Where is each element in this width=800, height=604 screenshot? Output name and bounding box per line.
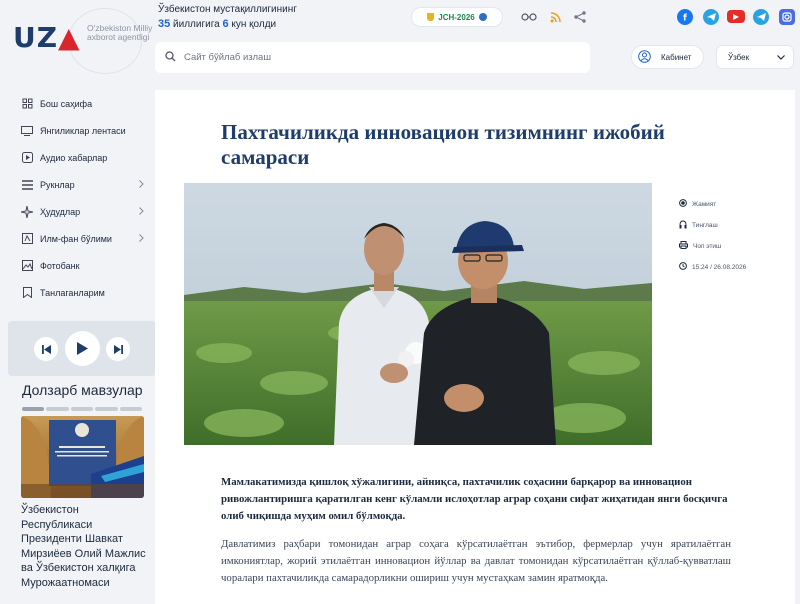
ball-icon [478, 13, 487, 21]
sidebar-item-label: Ҳудудлар [40, 206, 81, 217]
hot-topics-title: Долзарб мавзулар [22, 382, 143, 398]
previous-track-button[interactable] [34, 337, 58, 361]
sidebar-item-label: Фотобанк [40, 260, 80, 271]
rubrics-icon [21, 179, 33, 191]
clock-icon [679, 262, 687, 272]
carousel-dot[interactable] [95, 407, 118, 411]
sidebar-item-rubrics[interactable]: Рукнлар [0, 171, 152, 198]
cabinet-label: Кабинет [661, 52, 692, 62]
site-header: UZ▲ O'zbekiston Milliy axborot agentligi… [0, 0, 800, 88]
telegram-icon[interactable] [703, 9, 719, 25]
article-category[interactable]: Жамият [679, 199, 746, 209]
sidebar-item-label: Танлаганларим [40, 287, 105, 298]
sidebar-item-label: Янгиликлар лентаси [40, 125, 126, 136]
home-icon [21, 98, 33, 110]
article-lead: Мамлакатимизда қишлоқ хўжалигини, айниқс… [221, 476, 728, 522]
language-value: Ўзбек [728, 52, 750, 62]
jch-2026-badge[interactable]: JCH-2026 [411, 7, 503, 27]
facebook-icon[interactable]: f [677, 9, 693, 25]
chevron-down-icon [777, 53, 785, 62]
listen-label: Тинглаш [692, 221, 718, 229]
uza-logo[interactable]: UZ▲ O'zbekiston Milliy axborot agentligi [10, 8, 152, 74]
topic-caption[interactable]: Ўзбекистон Республикаси Президенти Шавка… [21, 503, 151, 590]
carousel-dot[interactable] [22, 407, 45, 411]
article-datetime: 15:24 / 26.08.2026 [679, 262, 746, 272]
countdown-days-label: кун қолди [231, 19, 277, 30]
article-meta: Жамият Тинглаш Чоп этиш 15:24 / 26.08.20… [679, 199, 746, 283]
sidebar-item-news-feed[interactable]: Янгиликлар лентаси [0, 117, 152, 144]
article-title: Пахтачиликда инновацион тизимнинг ижобий… [221, 120, 665, 169]
sidebar-item-bookmarks[interactable]: Танлаганларим [0, 279, 152, 306]
play-button[interactable] [65, 331, 100, 366]
category-label: Жамият [692, 200, 717, 208]
science-icon [21, 233, 33, 245]
sidebar-item-label: Илм-фан бўлими [40, 233, 112, 244]
search-input[interactable] [184, 52, 564, 63]
search-bar[interactable] [155, 42, 590, 73]
article-body: Давлатимиз раҳбари томонидан аграр соҳаг… [221, 538, 731, 584]
user-icon [638, 49, 651, 65]
svg-text:f: f [683, 14, 687, 22]
chevron-right-icon [139, 234, 144, 244]
countdown-line: 35 йиллигига 6 кун қолди [158, 18, 297, 30]
next-track-button[interactable] [106, 337, 130, 361]
bookmark-icon [21, 287, 33, 299]
countdown-years-label: йиллигига [173, 19, 220, 30]
topic-card-image[interactable] [21, 416, 144, 498]
headphones-icon [679, 219, 687, 231]
category-dot-icon [679, 199, 687, 209]
countdown-title: Ўзбекистон мустақиллигининг [158, 4, 297, 15]
sidebar-item-science[interactable]: Илм-фан бўлими [0, 225, 152, 252]
logo-wordmark: UZ▲ [13, 21, 81, 54]
sidebar-item-label: Рукнлар [40, 179, 75, 190]
sidebar-item-photo-bank[interactable]: Фотобанк [0, 252, 152, 279]
listen-button[interactable]: Тинглаш [679, 219, 746, 231]
sidebar-item-home[interactable]: Бош саҳифа [0, 90, 152, 117]
jch-badge-label: JCH-2026 [438, 12, 475, 22]
countdown-days: 6 [222, 18, 229, 30]
sidebar-item-audio[interactable]: Аудио хабарлар [0, 144, 152, 171]
trophy-icon [427, 13, 435, 21]
carousel-dot[interactable] [70, 407, 94, 411]
datetime-label: 15:24 / 26.08.2026 [692, 263, 747, 271]
audio-player [8, 321, 156, 376]
print-button[interactable]: Чоп этиш [679, 241, 746, 251]
topics-carousel-indicator [22, 407, 143, 411]
search-icon [165, 49, 176, 67]
sidebar-item-label: Бош саҳифа [40, 98, 93, 109]
photo-bank-icon [21, 260, 33, 272]
sidebar-nav: Бош саҳифа Янгиликлар лентаси Аудио хаба… [0, 90, 152, 306]
article-container: Пахтачиликда инновацион тизимнинг ижобий… [155, 90, 795, 604]
countdown-years: 35 [158, 18, 171, 30]
instagram-icon[interactable] [779, 9, 795, 25]
chevron-right-icon [139, 180, 144, 190]
independence-countdown: Ўзбекистон мустақиллигининг 35 йиллигига… [158, 4, 297, 30]
sidebar-item-label: Аудио хабарлар [40, 152, 108, 163]
audio-icon [21, 152, 33, 164]
news-feed-icon [21, 125, 33, 137]
logo-subtitle: O'zbekiston Milliy axborot agentligi [87, 23, 153, 42]
print-label: Чоп этиш [693, 242, 722, 250]
article-photo[interactable] [184, 183, 652, 445]
language-select[interactable]: Ўзбек [716, 45, 794, 69]
cabinet-button[interactable]: Кабинет [631, 45, 704, 69]
chevron-right-icon [139, 207, 144, 217]
sidebar-item-regions[interactable]: Ҳудудлар [0, 198, 152, 225]
carousel-dot[interactable] [119, 407, 143, 411]
youtube-icon[interactable] [727, 10, 745, 23]
rss-icon[interactable] [547, 10, 563, 24]
regions-icon [21, 205, 33, 218]
carousel-dot[interactable] [46, 407, 69, 411]
glasses-icon[interactable] [521, 10, 537, 24]
telegram-channel-icon[interactable] [753, 9, 769, 25]
share-icon[interactable] [572, 10, 588, 24]
printer-icon [679, 241, 688, 251]
